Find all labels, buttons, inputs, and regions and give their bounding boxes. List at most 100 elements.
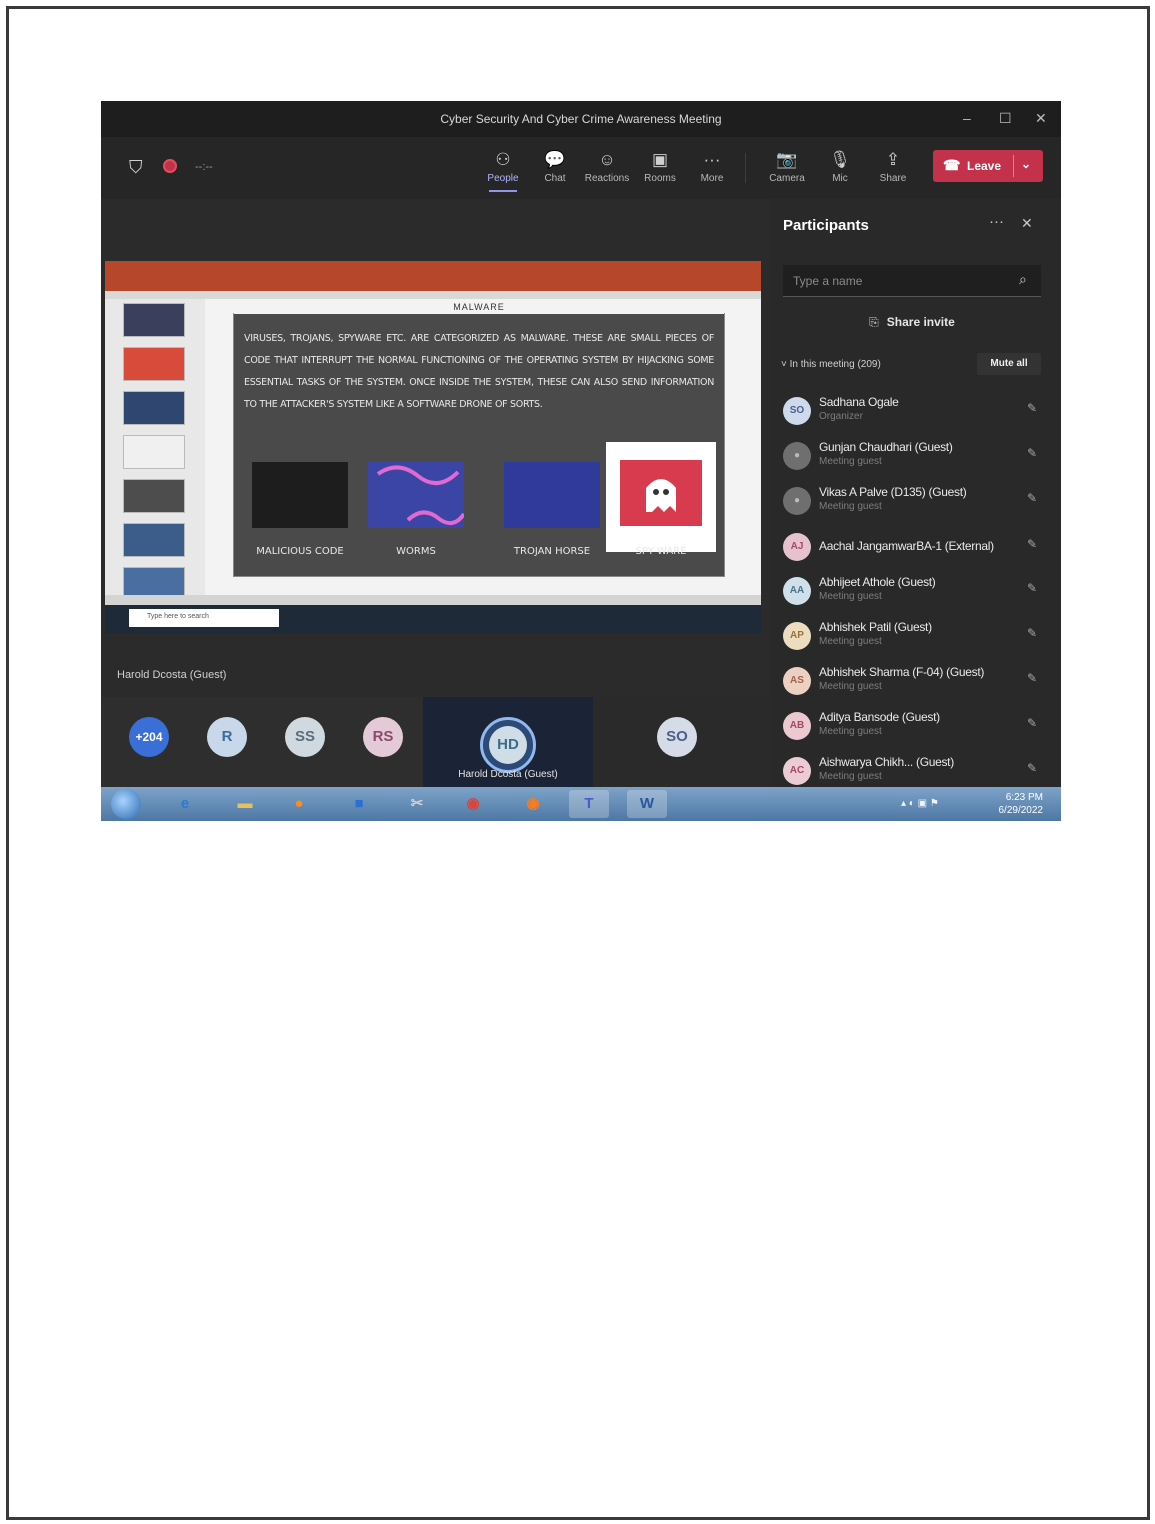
avatar[interactable]: SS: [285, 717, 325, 757]
slide-thumbnail: [123, 391, 185, 425]
people-button[interactable]: ⚇ People: [477, 149, 529, 192]
system-tray-icons[interactable]: ▴ ◐ ▣ ⚑: [901, 798, 939, 809]
people-icon: ⚇: [495, 150, 511, 169]
more-label: More: [700, 173, 724, 184]
malicious-code-image: [252, 462, 348, 528]
rooms-label: Rooms: [644, 173, 676, 184]
avatar: HD: [489, 726, 527, 764]
participant-role: Meeting guest: [819, 636, 882, 647]
hang-up-icon: ☎: [943, 157, 961, 173]
caption-malicious-code: MALICIOUS CODE: [256, 546, 344, 557]
camera-button[interactable]: 📷 Camera: [761, 149, 813, 184]
participant-role: Meeting guest: [819, 501, 882, 512]
overflow-count-avatar[interactable]: +204: [129, 717, 169, 757]
meeting-toolbar: ⛉ --:-- ⚇ People 💬 Chat ☺ Reactions ▣ Ro…: [101, 137, 1061, 199]
more-button[interactable]: ··· More: [686, 149, 738, 184]
chat-button[interactable]: 💬 Chat: [529, 149, 581, 184]
slide-thumbnail: [123, 523, 185, 557]
reactions-button[interactable]: ☺ Reactions: [581, 149, 633, 184]
maximize-icon[interactable]: ☐: [999, 110, 1012, 127]
mic-off-icon: ✎: [1027, 626, 1038, 640]
mute-all-button[interactable]: Mute all: [977, 353, 1041, 375]
slide-thumbnails: [105, 299, 205, 601]
participant-tile[interactable]: SO: [593, 697, 771, 791]
camera-label: Camera: [769, 173, 805, 184]
participant-row[interactable]: ● Vikas A Palve (D135) (Guest) Meeting g…: [771, 479, 1061, 523]
media-player-icon[interactable]: ●: [279, 790, 319, 818]
title-bar: Cyber Security And Cyber Crime Awareness…: [101, 101, 1061, 137]
avatar: AB: [783, 712, 811, 740]
chrome-icon[interactable]: ◉: [453, 790, 493, 818]
share-link-icon: ⎘: [869, 315, 879, 329]
start-button-icon[interactable]: [111, 789, 141, 819]
meeting-timer: --:--: [195, 161, 213, 173]
spyware-ghost-icon: [620, 460, 702, 526]
shared-windows-taskbar: Type here to search: [105, 605, 761, 633]
participant-name: Abhishek Sharma (F-04) (Guest): [819, 665, 985, 679]
windows-taskbar: e ▬ ● ■ ✂ ◉ ◉ T W ▴ ◐ ▣ ⚑ 6:23 PM 6/29/2…: [101, 787, 1061, 821]
teams-icon[interactable]: T: [569, 790, 609, 818]
avatar[interactable]: R: [207, 717, 247, 757]
participant-role: Meeting guest: [819, 681, 882, 692]
word-icon[interactable]: W: [627, 790, 667, 818]
avatar[interactable]: RS: [363, 717, 403, 757]
participant-row[interactable]: AP Abhishek Patil (Guest) Meeting guest …: [771, 614, 1061, 658]
powerpoint-toolbar: [105, 291, 761, 299]
minimize-icon[interactable]: –: [963, 110, 971, 126]
trojan-horse-image: [504, 462, 600, 528]
mic-off-icon: ✎: [1027, 761, 1038, 775]
share-button[interactable]: ⇪ Share: [867, 149, 919, 184]
avatar: ●: [783, 442, 811, 470]
participant-gallery: +204 R SS RS HD Harold Dcosta (Guest) SO: [101, 697, 771, 791]
mic-off-icon: 🎙: [829, 150, 851, 169]
chevron-down-icon[interactable]: ⌄: [1021, 157, 1031, 171]
active-speaker-tile[interactable]: HD Harold Dcosta (Guest): [423, 697, 593, 791]
more-icon: ···: [703, 150, 721, 169]
avatar: ●: [783, 487, 811, 515]
zoom-icon[interactable]: ■: [339, 790, 379, 818]
panel-title: Participants: [783, 217, 869, 234]
rooms-button[interactable]: ▣ Rooms: [634, 149, 686, 184]
snipping-tool-icon[interactable]: ✂: [397, 790, 437, 818]
taskbar-clock[interactable]: 6:23 PM 6/29/2022: [983, 791, 1044, 817]
participant-row[interactable]: ● Gunjan Chaudhari (Guest) Meeting guest…: [771, 434, 1061, 478]
firefox-icon[interactable]: ◉: [513, 790, 553, 818]
mic-button[interactable]: 🎙 Mic: [814, 149, 866, 184]
avatar: SO: [657, 717, 697, 757]
people-label: People: [487, 173, 519, 184]
shield-icon[interactable]: ⛉: [129, 157, 143, 178]
active-speaker-name: Harold Dcosta (Guest): [458, 769, 558, 780]
participant-search-input[interactable]: [783, 265, 1041, 297]
slide-title: MALWARE: [234, 302, 724, 314]
participant-row[interactable]: AS Abhishek Sharma (F-04) (Guest) Meetin…: [771, 659, 1061, 703]
avatar: AS: [783, 667, 811, 695]
participant-row[interactable]: SO Sadhana Ogale Organizer ✎: [771, 389, 1061, 433]
slide-thumbnail: [123, 347, 185, 381]
file-explorer-icon[interactable]: ▬: [225, 790, 265, 818]
participant-role: Meeting guest: [819, 771, 882, 782]
powerpoint-ribbon: [105, 261, 761, 291]
share-label: Share: [879, 173, 907, 184]
mic-off-icon: ✎: [1027, 671, 1038, 685]
slide-thumbnail: [123, 435, 185, 469]
close-panel-icon[interactable]: ✕: [1021, 215, 1033, 232]
mic-off-icon: ✎: [1027, 401, 1038, 415]
participant-row[interactable]: AA Abhijeet Athole (Guest) Meeting guest…: [771, 569, 1061, 613]
more-options-icon[interactable]: ···: [989, 213, 1004, 230]
search-icon[interactable]: ⌕: [1019, 271, 1027, 288]
participant-role: Meeting guest: [819, 456, 882, 467]
in-meeting-section-toggle[interactable]: ˅ In this meeting (209): [781, 359, 881, 370]
internet-explorer-icon[interactable]: e: [165, 790, 205, 818]
avatar: AA: [783, 577, 811, 605]
leave-label: Leave: [967, 159, 1002, 173]
close-icon[interactable]: ✕: [1035, 110, 1047, 127]
participant-name: Sadhana Ogale: [819, 395, 899, 409]
share-invite-button[interactable]: ⎘ Share invite: [783, 307, 1041, 337]
participant-name: Vikas A Palve (D135) (Guest): [819, 485, 967, 499]
caption-worms: WORMS: [396, 546, 436, 557]
participant-row[interactable]: AJ Aachal JangamwarBA-1 (External) ✎: [771, 525, 1061, 569]
leave-button[interactable]: ☎ Leave ⌄: [933, 150, 1043, 182]
participant-row[interactable]: AB Aditya Bansode (Guest) Meeting guest …: [771, 704, 1061, 748]
worm-icon: [376, 465, 466, 526]
slide-thumbnail: [123, 303, 185, 337]
